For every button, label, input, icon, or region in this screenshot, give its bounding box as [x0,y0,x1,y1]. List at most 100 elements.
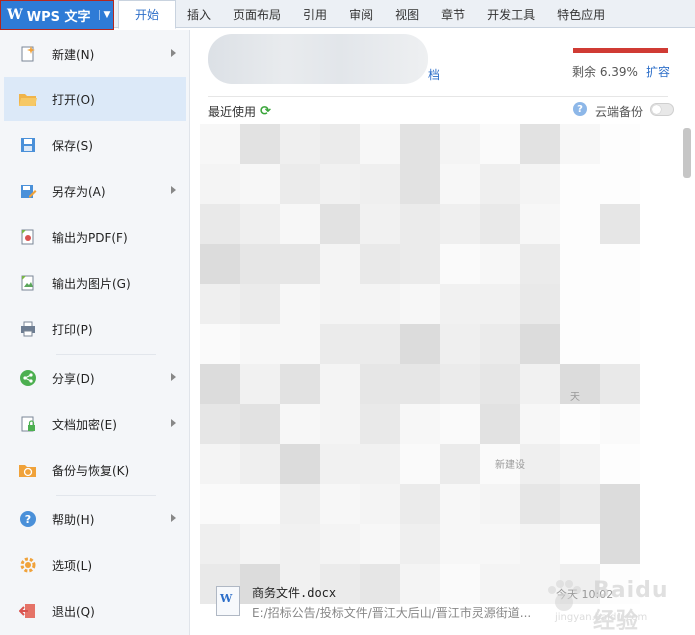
mosaic-cell [400,164,440,204]
mosaic-cell [280,284,320,324]
tab-view[interactable]: 视图 [384,0,430,28]
gear-icon [18,555,38,575]
menu-item-label: 文档加密(E) [52,417,117,432]
mosaic-cell [440,364,480,404]
menu-item-label: 选项(L) [52,558,93,573]
tab-review[interactable]: 审阅 [338,0,384,28]
mosaic-cell [200,404,240,444]
save-icon [18,135,38,155]
mosaic-cell [480,244,520,284]
word-doc-icon: W [216,586,240,616]
menu-item-options[interactable]: 选项(L) [4,543,186,587]
menu-item-label: 备份与恢复(K) [52,463,130,478]
file-path: E:/招标公告/投标文件/晋江大后山/晋江市灵源街道... [252,606,532,620]
blurred-fragment: 天 [570,392,580,403]
mosaic-cell [400,404,440,444]
scrollbar-thumb[interactable] [683,128,691,178]
mosaic-cell [320,404,360,444]
mosaic-cell [520,524,560,564]
tab-home[interactable]: 开始 [118,0,177,29]
mosaic-cell [360,244,400,284]
menu-item-open[interactable]: 打开(O) [4,77,186,121]
mosaic-cell [400,284,440,324]
mosaic-cell [360,284,400,324]
help-icon[interactable]: ? [573,102,587,116]
mosaic-cell [560,244,600,284]
watermark-subtext: jingyan.baidu.com [555,612,648,623]
menu-item-print[interactable]: 打印(P) [4,307,186,351]
mosaic-cell [440,484,480,524]
lock-doc-icon [18,414,38,434]
mosaic-cell [400,484,440,524]
account-name-fragment[interactable]: 档 [428,66,440,83]
mosaic-cell [600,484,640,524]
mosaic-cell [320,364,360,404]
menu-item-label: 新建(N) [52,47,95,62]
mosaic-cell [560,124,600,164]
tab-sections[interactable]: 章节 [430,0,476,28]
mosaic-cell [600,244,640,284]
ribbon-tabs: 开始 插入 页面布局 引用 审阅 视图 章节 开发工具 特色应用 [118,0,616,29]
tab-developer[interactable]: 开发工具 [476,0,546,28]
svg-text:?: ? [25,513,31,526]
menu-item-label: 打开(O) [52,92,95,107]
mosaic-cell [320,204,360,244]
mosaic-cell [600,284,640,324]
mosaic-cell [600,204,640,244]
menu-item-encrypt[interactable]: 文档加密(E) [4,402,186,446]
menu-item-export-pdf[interactable]: 输出为PDF(F) [4,215,186,259]
mosaic-cell [320,284,360,324]
app-name: WPS 文字 [26,9,91,25]
mosaic-cell [240,524,280,564]
menu-item-exit[interactable]: 退出(Q) [4,589,186,633]
mosaic-cell [200,484,240,524]
refresh-icon[interactable]: ⟳ [260,104,271,119]
tab-insert[interactable]: 插入 [176,0,222,28]
mosaic-cell [280,124,320,164]
menu-item-export-image[interactable]: 输出为图片(G) [4,261,186,305]
mosaic-cell [360,444,400,484]
wps-logo-icon: W [7,7,23,23]
mosaic-cell [240,484,280,524]
mosaic-cell [520,124,560,164]
mosaic-cell [600,164,640,204]
menu-item-help[interactable]: ? 帮助(H) [4,497,186,541]
expand-storage-link[interactable]: 扩容 [646,63,670,80]
tab-references[interactable]: 引用 [292,0,338,28]
tab-page-layout[interactable]: 页面布局 [222,0,292,28]
menu-item-save-as[interactable]: 另存为(A) [4,169,186,213]
menu-item-save[interactable]: 保存(S) [4,123,186,167]
mosaic-cell [280,524,320,564]
mosaic-cell [400,364,440,404]
menu-item-backup[interactable]: 备份与恢复(K) [4,448,186,492]
wps-app-menu-button[interactable]: W WPS 文字 ▼ [0,0,114,30]
mosaic-cell [440,404,480,444]
mosaic-cell [440,324,480,364]
mosaic-cell [520,284,560,324]
mosaic-cell [600,364,640,404]
mosaic-cell [520,484,560,524]
menu-separator [56,354,156,355]
mosaic-cell [440,124,480,164]
mosaic-cell [600,444,640,484]
menu-item-new[interactable]: 新建(N) [4,32,186,76]
file-menu: 新建(N) 打开(O) 保存(S) 另存为(A) 输出为PDF(F) 输出为图片… [0,30,190,635]
mosaic-cell [280,204,320,244]
title-bar: W WPS 文字 ▼ 开始 插入 页面布局 引用 审阅 视图 章节 开发工具 特… [0,0,695,30]
mosaic-cell [280,484,320,524]
list-item[interactable]: W 商务文件.docx E:/招标公告/投标文件/晋江大后山/晋江市灵源街道..… [216,584,531,624]
mosaic-cell [200,124,240,164]
blurred-file-list [200,124,640,604]
cloud-backup-toggle[interactable] [650,103,674,116]
folder-open-icon [18,89,38,109]
help-icon: ? [18,509,38,529]
mosaic-cell [480,404,520,444]
mosaic-cell [560,164,600,204]
menu-item-label: 打印(P) [52,322,93,337]
menu-item-share[interactable]: 分享(D) [4,356,186,400]
mosaic-cell [200,204,240,244]
mosaic-cell [600,124,640,164]
tab-features[interactable]: 特色应用 [546,0,616,28]
menu-item-label: 分享(D) [52,371,95,386]
mosaic-cell [600,404,640,444]
